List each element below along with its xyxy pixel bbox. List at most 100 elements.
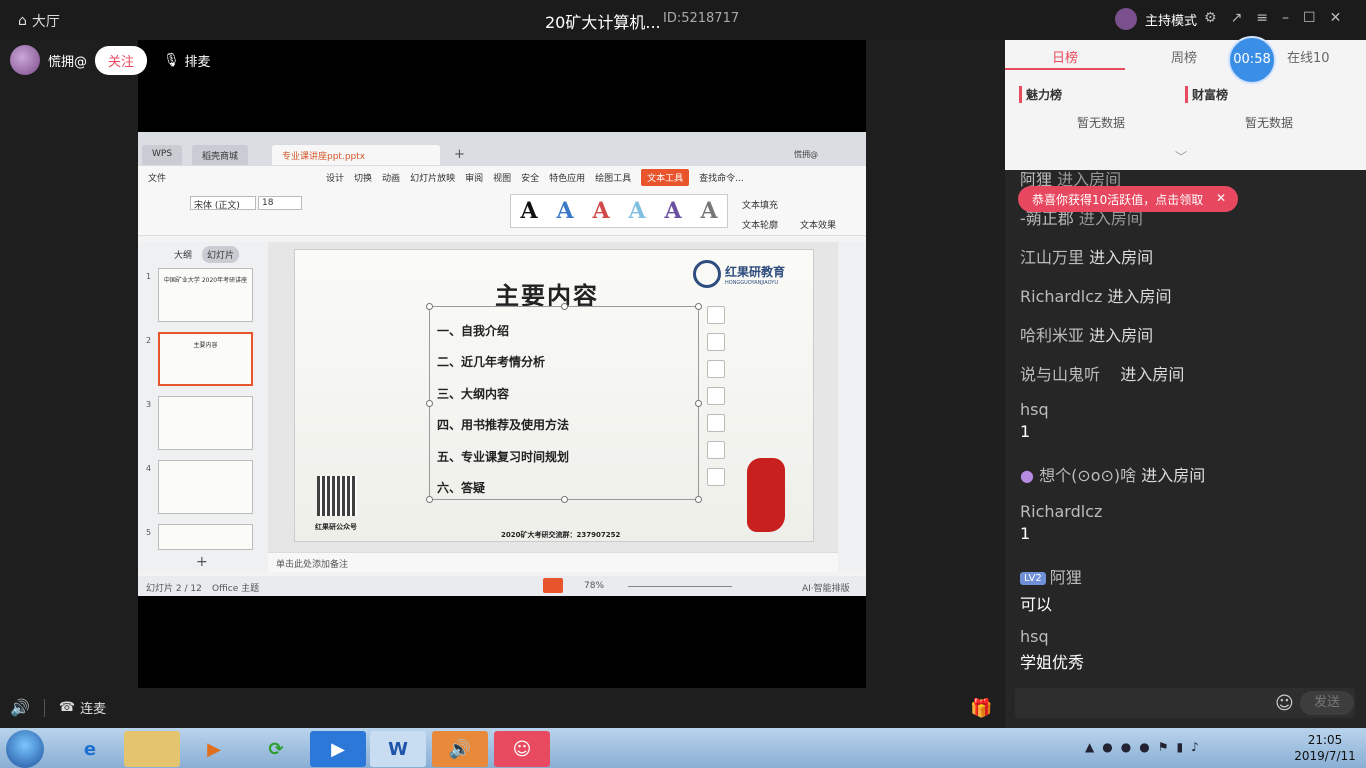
menu-review[interactable]: 审阅 (465, 171, 483, 184)
volume-icon[interactable]: 🔊 (10, 698, 30, 717)
qq-icon[interactable]: ● (1121, 740, 1131, 754)
lianmai-button[interactable]: ☎ 连麦 (59, 698, 106, 717)
gift-icon[interactable]: 🎁 (970, 698, 992, 719)
countdown-timer[interactable]: 00:58 (1228, 36, 1276, 84)
volume-icon[interactable]: ♪ (1191, 740, 1199, 754)
explorer-icon[interactable] (124, 731, 180, 767)
slide-thumb-4[interactable] (158, 460, 253, 514)
font-size-select[interactable]: 18 (258, 196, 302, 210)
menu-features[interactable]: 特色应用 (549, 171, 585, 184)
slide[interactable]: 主要内容 红果研教育 HONGGUOYANJIAOYU 一、自我介绍 二、近几年… (294, 249, 814, 542)
minus-icon[interactable] (707, 306, 725, 324)
notes-field[interactable]: 单击此处添加备注 (268, 552, 838, 572)
tab-slides[interactable]: 幻灯片 (202, 246, 240, 263)
settings-icon[interactable]: ⚙ (1204, 10, 1217, 26)
send-button[interactable]: 发送 (1300, 691, 1354, 715)
resize-handle[interactable] (426, 303, 433, 310)
emoji-icon[interactable]: ☺ (1275, 693, 1294, 714)
slide-thumb-3[interactable] (158, 396, 253, 450)
network-icon[interactable]: ▮ (1176, 740, 1183, 754)
chat-user[interactable]: 哈利米亚 (1020, 326, 1084, 345)
media-player-icon[interactable]: ▶ (186, 731, 242, 767)
tab-wps[interactable]: WPS (142, 145, 183, 165)
clock[interactable]: 21:05 2019/7/11 (1290, 732, 1360, 764)
menu-file[interactable]: 文件 (148, 171, 166, 184)
add-slide-icon[interactable]: + (196, 554, 208, 570)
layers-icon[interactable] (707, 360, 725, 378)
chat-user[interactable]: 想个(⊙o⊙)啥 (1039, 466, 1136, 485)
word-icon[interactable]: W (370, 731, 426, 767)
chat-user[interactable]: hsq (1020, 400, 1049, 419)
eraser-icon[interactable] (707, 414, 725, 432)
new-tab-icon[interactable]: + (454, 147, 465, 162)
ai-layout[interactable]: AI·智能排版 (802, 581, 850, 594)
resize-handle[interactable] (426, 400, 433, 407)
zoom-slider[interactable] (628, 586, 732, 587)
start-button[interactable] (6, 730, 44, 768)
chat-user[interactable]: hsq (1020, 627, 1084, 646)
qq-icon[interactable]: ● (1139, 740, 1149, 754)
chat-user[interactable]: 说与山鬼听 (1020, 365, 1100, 384)
tab-outline[interactable]: 大纲 (174, 248, 192, 261)
menu-icon[interactable]: ≡ (1256, 10, 1268, 26)
sparkle-icon[interactable] (707, 333, 725, 351)
text-icon[interactable] (707, 468, 725, 486)
share-icon[interactable]: ↗ (1231, 10, 1243, 26)
text-fill[interactable]: 文本填充 (742, 198, 778, 211)
host-mode[interactable]: 主持模式 (1115, 8, 1197, 30)
menu-slideshow[interactable]: 幻灯片放映 (410, 171, 455, 184)
chat-text: 进入房间 (1089, 248, 1154, 267)
tab-online[interactable]: 在线10 (1287, 47, 1330, 66)
resize-handle[interactable] (695, 303, 702, 310)
sync-icon[interactable]: ⟳ (248, 731, 304, 767)
tab-pptx[interactable]: 专业课讲座ppt.pptx (272, 145, 440, 165)
follow-button[interactable]: 关注 (95, 45, 148, 75)
tab-daily[interactable]: 日榜 (1052, 47, 1078, 66)
slide-thumb-1[interactable]: 中国矿业大学 2020年考研讲座 (158, 268, 253, 322)
mic-queue-button[interactable]: 🎙 排麦 (163, 51, 211, 70)
ie-icon[interactable]: e (62, 731, 118, 767)
chat-user[interactable]: 江山万里 (1020, 248, 1084, 267)
maximize-icon[interactable]: ☐ (1303, 10, 1316, 26)
flag-icon[interactable]: ⚑ (1158, 740, 1169, 754)
text-effect[interactable]: 文本效果 (800, 218, 836, 231)
text-outline[interactable]: 文本轮廓 (742, 218, 778, 231)
chevron-down-icon[interactable]: ﹀ (1175, 148, 1187, 165)
tab-weekly[interactable]: 周榜 (1171, 47, 1197, 66)
lobby-button[interactable]: ⌂ 大厅 (18, 11, 60, 31)
video-app-icon[interactable]: ▶ (310, 731, 366, 767)
menu-view[interactable]: 视图 (493, 171, 511, 184)
minimize-icon[interactable]: – (1282, 10, 1289, 26)
chat-user[interactable]: Richardlcz (1020, 502, 1102, 521)
resize-handle[interactable] (695, 400, 702, 407)
pen-icon[interactable] (707, 387, 725, 405)
chat-user[interactable]: Richardlcz (1020, 287, 1102, 306)
chat-user[interactable]: 阿狸 (1050, 568, 1082, 587)
menu-transition[interactable]: 切换 (354, 171, 372, 184)
audio-app-icon[interactable]: 🔊 (432, 731, 488, 767)
font-name-select[interactable]: 宋体 (正文) (190, 196, 256, 211)
resize-handle[interactable] (561, 303, 568, 310)
reward-banner[interactable]: 恭喜你获得10活跃值，点击领取 ✕ (1018, 186, 1238, 212)
slide-thumb-2[interactable]: 主要内容 (158, 332, 253, 386)
resize-handle[interactable] (426, 496, 433, 503)
play-icon[interactable] (543, 578, 563, 593)
menu-text-tools[interactable]: 文本工具 (641, 168, 690, 186)
close-icon[interactable]: ✕ (1216, 191, 1226, 205)
close-icon[interactable]: ✕ (1330, 10, 1342, 26)
resize-handle[interactable] (695, 496, 702, 503)
menu-drawing[interactable]: 绘图工具 (595, 171, 631, 184)
menu-animation[interactable]: 动画 (382, 171, 400, 184)
menu-security[interactable]: 安全 (521, 171, 539, 184)
resize-handle[interactable] (561, 496, 568, 503)
frame-icon[interactable] (707, 441, 725, 459)
menu-search[interactable]: 查找命令... (699, 171, 744, 184)
text-style-gallery[interactable]: AAAAAA (510, 194, 728, 228)
wechat-icon[interactable]: ● (1102, 740, 1112, 754)
tray-expand-icon[interactable]: ▲ (1085, 740, 1094, 754)
slide-thumb-5[interactable] (158, 524, 253, 550)
menu-design[interactable]: 设计 (326, 171, 344, 184)
streamer-avatar[interactable] (10, 45, 40, 75)
live-app-icon[interactable]: ☺ (494, 731, 550, 767)
tab-store[interactable]: 稻壳商城 (192, 145, 249, 165)
